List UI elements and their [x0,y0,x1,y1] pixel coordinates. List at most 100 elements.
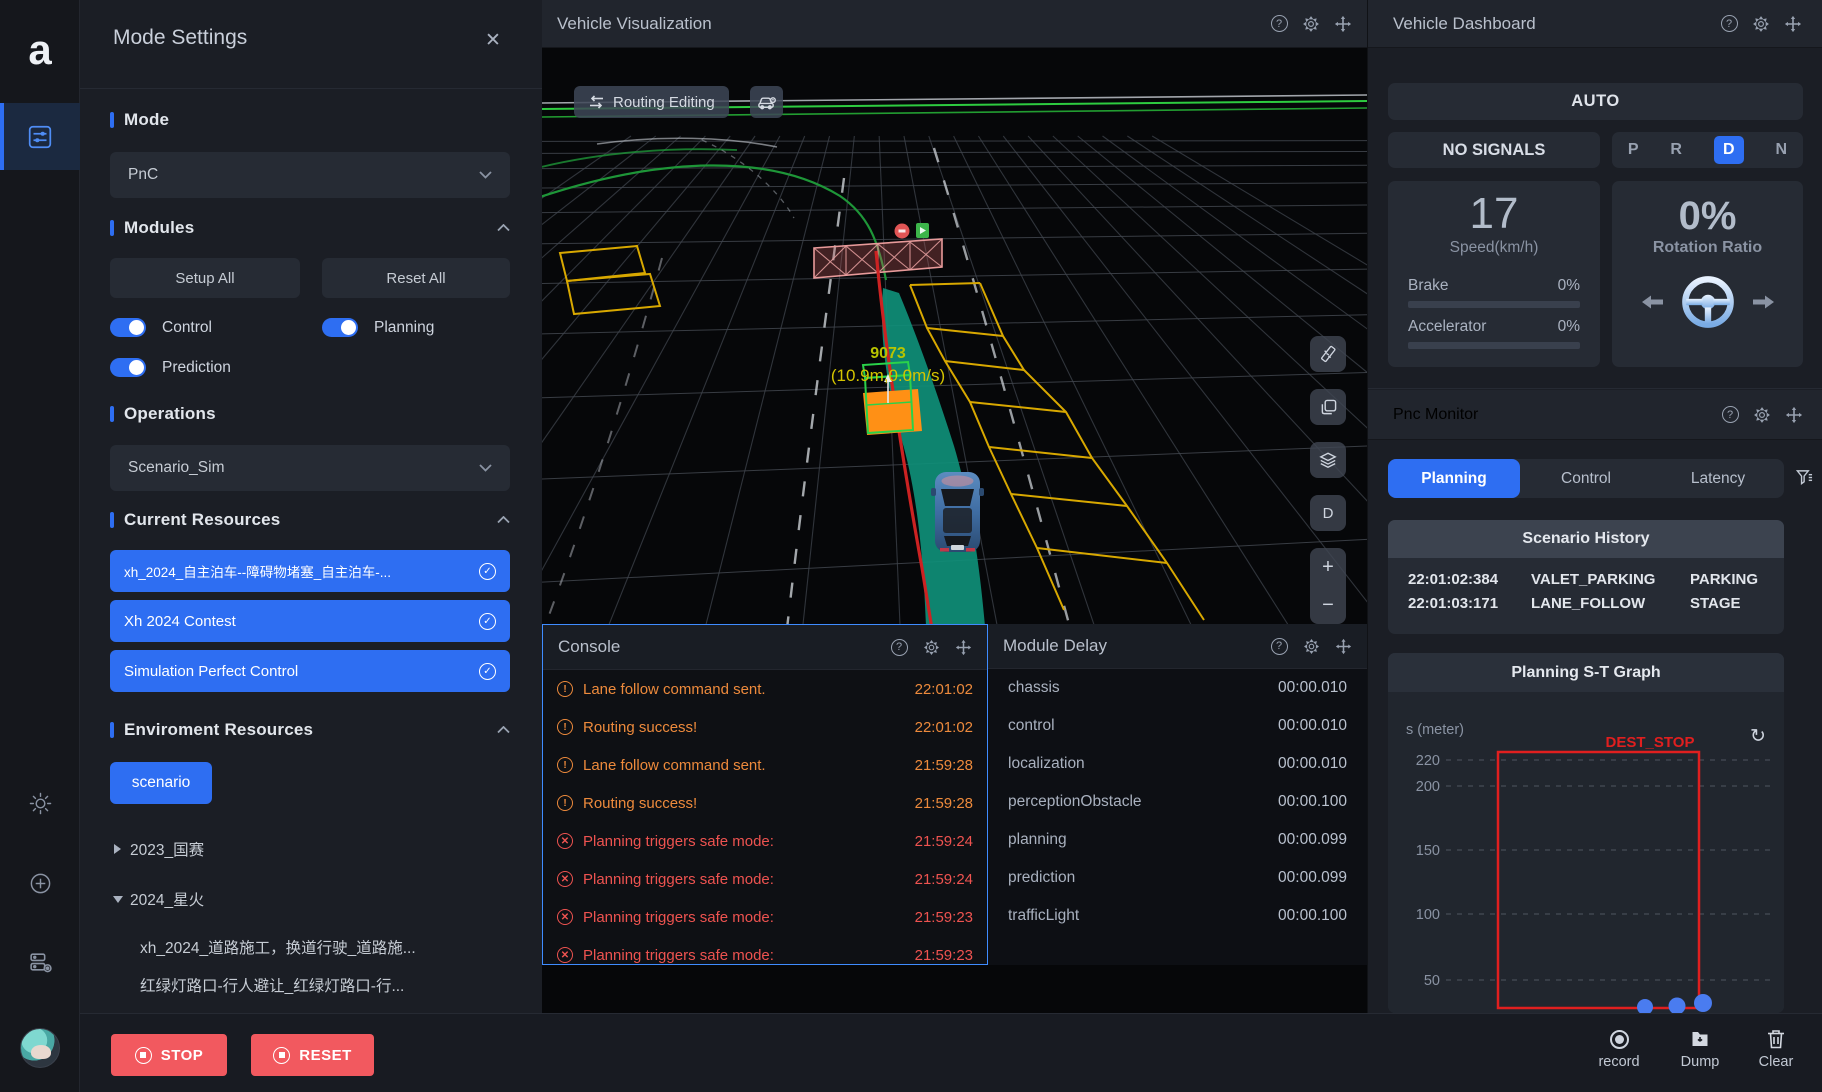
move-icon[interactable] [954,638,972,656]
record-icon [1582,1027,1656,1051]
error-icon: ✕ [557,909,573,925]
scenario-history-card: Scenario History 22:01:02:384 VALET_PARK… [1388,520,1784,634]
rotation-card: 0% Rotation Ratio [1612,181,1803,367]
caret-down-icon[interactable] [113,896,123,903]
theme-icon[interactable] [0,792,80,815]
copy-icon [1320,399,1337,416]
st-graph-plot[interactable]: s (meter) ↻ 220 200 150 100 50 [1388,692,1784,1013]
resource-item[interactable]: Xh 2024 Contest ✓ [110,600,510,642]
ego-vehicle [931,472,984,552]
toggle-track[interactable] [322,318,358,337]
refresh-icon[interactable]: ↻ [1750,726,1766,747]
tree-item-2024[interactable]: 2024_星火 [110,887,510,911]
record-button[interactable]: record [1582,1027,1656,1070]
gear-d-selected: D [1714,136,1744,164]
toggle-track[interactable] [110,318,146,337]
move-icon[interactable] [1785,406,1803,424]
right-panel: Vehicle Dashboard ? AUTO NO SIGNALS P R … [1367,0,1822,1013]
add-icon[interactable] [0,872,80,895]
gear-icon[interactable] [1752,15,1770,33]
divider [1368,388,1822,389]
zoom-in-button[interactable]: + [1310,548,1346,586]
console-row: !Lane follow command sent.22:01:02 [543,670,987,708]
toggle-track[interactable] [110,358,146,377]
view-switch-button[interactable] [1310,389,1346,425]
resource-item[interactable]: Simulation Perfect Control ✓ [110,650,510,692]
setup-all-button[interactable]: Setup All [110,258,300,298]
module-delay-panel: Module Delay ? chassis00:00.010 control0… [988,624,1367,965]
follow-car-button[interactable] [750,86,783,118]
section-current-resources[interactable]: Current Resources [110,510,510,530]
help-icon[interactable]: ? [1270,15,1288,33]
stop-circle-icon [273,1047,290,1064]
mode-select[interactable]: PnC [110,152,510,198]
ruler-icon [1319,345,1337,363]
stop-button[interactable]: STOP [111,1034,227,1076]
chevron-up-icon[interactable] [497,219,510,237]
console-row: !Lane follow command sent.21:59:28 [543,746,987,784]
dreamview-d-button[interactable]: D [1310,495,1346,531]
reset-all-button[interactable]: Reset All [322,258,510,298]
check-circle-icon: ✓ [479,663,496,680]
layers-button[interactable] [1310,442,1346,478]
gear-icon[interactable] [1302,15,1320,33]
help-icon[interactable]: ? [1721,406,1739,424]
panel-title: Module Delay [1003,636,1107,656]
module-delay-list[interactable]: chassis00:00.010 control00:00.010 locali… [988,669,1367,935]
section-operations: Operations [110,404,510,424]
viewport-3d[interactable]: 9073 (10.9m,0.0m/s) [542,48,1367,672]
scenario-history-row: 22:01:03:171 LANE_FOLLOW STAGE [1388,595,1784,612]
user-avatar[interactable] [20,1028,60,1068]
section-modules[interactable]: Modules [110,218,510,238]
check-circle-icon: ✓ [479,563,496,580]
gear-icon[interactable] [1302,637,1320,655]
warning-icon: ! [557,757,573,773]
toggle-prediction[interactable]: Prediction [110,358,231,377]
gear-icon[interactable] [922,638,940,656]
section-environment-resources[interactable]: Enviroment Resources [110,720,510,740]
resource-item[interactable]: xh_2024_自主泊车--障碍物堵塞_自主泊车-... ✓ [110,550,510,592]
toggle-control[interactable]: Control [110,318,322,337]
console-log-list[interactable]: !Lane follow command sent.22:01:02 !Rout… [543,670,987,964]
viewport-toolbar: D + − [1310,336,1346,624]
close-icon[interactable]: ✕ [480,27,506,53]
tab-planning[interactable]: Planning [1388,459,1520,498]
clear-button[interactable]: Clear [1739,1027,1813,1070]
chevron-up-icon[interactable] [497,721,510,739]
routing-editing-button[interactable]: Routing Editing [574,86,729,118]
ruler-button[interactable] [1310,336,1346,372]
toggle-planning[interactable]: Planning [322,318,434,337]
tree-item-2023[interactable]: 2023_国赛 [110,837,510,861]
brake-bar [1408,301,1580,308]
operations-select[interactable]: Scenario_Sim [110,445,510,491]
tab-control[interactable]: Control [1520,459,1652,498]
error-icon: ✕ [557,871,573,887]
chevron-up-icon[interactable] [497,511,510,529]
module-delay-row: prediction00:00.099 [988,859,1367,897]
tree-leaf-scenario[interactable]: xh_2024_道路施工，换道行驶_道路施... [110,935,510,959]
help-icon[interactable]: ? [1720,15,1738,33]
chevron-down-icon [479,166,492,184]
scenario-type-button[interactable]: scenario [110,762,212,804]
vehicle-visualization-scene[interactable]: 9073 (10.9m,0.0m/s) [542,48,1367,672]
dump-button[interactable]: Dump [1663,1027,1737,1070]
reset-button[interactable]: RESET [251,1034,374,1076]
help-icon[interactable]: ? [1270,637,1288,655]
console-row: ✕Planning triggers safe mode:21:59:24 [543,860,987,898]
help-icon[interactable]: ? [890,638,908,656]
tab-latency[interactable]: Latency [1652,459,1784,498]
gear-icon[interactable] [1753,406,1771,424]
move-icon[interactable] [1334,637,1352,655]
sidebar-item-mode-settings[interactable] [0,103,80,170]
caret-right-icon[interactable] [114,844,121,854]
resource-manager-icon[interactable] [0,950,80,975]
layers-icon [1319,451,1337,469]
move-icon[interactable] [1334,15,1352,33]
filter-icon[interactable] [1796,469,1813,491]
zoom-out-button[interactable]: − [1310,586,1346,624]
tree-leaf-scenario[interactable]: 红绿灯路口-行人避让_红绿灯路口-行... [110,973,510,997]
chevron-down-icon [479,459,492,477]
move-icon[interactable] [1784,15,1802,33]
accelerator-label: Accelerator [1408,318,1486,336]
module-delay-row: trafficLight00:00.100 [988,897,1367,935]
